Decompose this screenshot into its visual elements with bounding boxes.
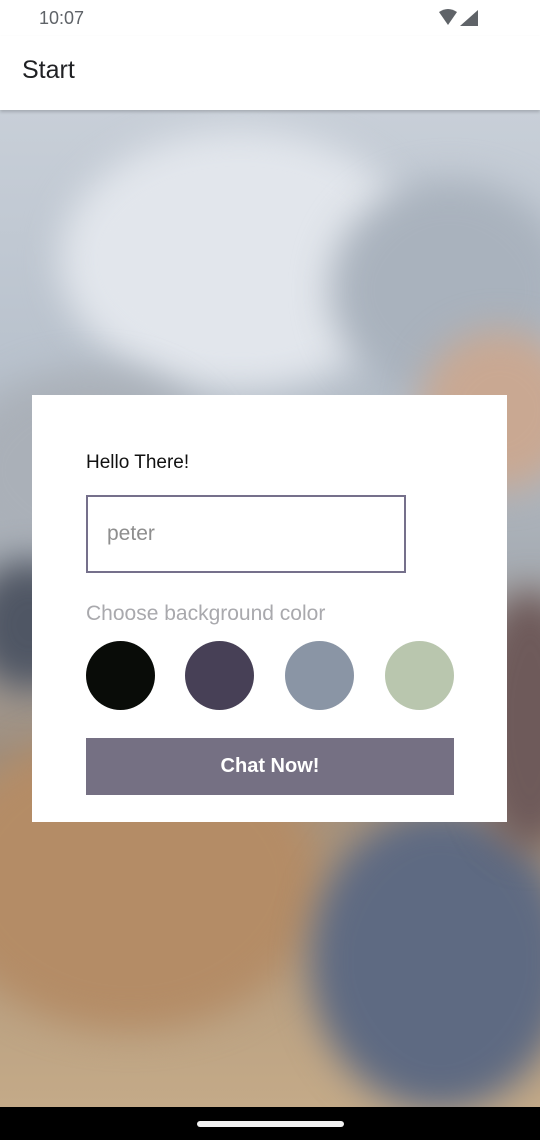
color-swatch-black[interactable] [86,641,155,710]
wifi-icon [439,9,457,25]
navigation-bar [0,1107,540,1140]
start-screen: 10:07 Start Hello There! Choose [0,0,540,1140]
color-choice-label: Choose background color [86,602,326,625]
status-bar: 10:07 [0,0,540,36]
greeting-text: Hello There! [86,452,190,473]
chat-now-button[interactable]: Chat Now! [86,738,454,795]
status-icons [438,8,482,28]
cellular-signal-icon [460,10,478,26]
page-title: Start [22,56,75,84]
color-swatch-green[interactable] [385,641,454,710]
color-swatch-purple[interactable] [185,641,254,710]
status-time: 10:07 [39,8,85,28]
app-bar: Start [0,36,540,110]
home-gesture-handle[interactable] [197,1121,344,1127]
color-swatch-gray-blue[interactable] [285,641,354,710]
start-card: Hello There! Choose background color Cha… [32,395,507,822]
name-input[interactable] [86,495,406,573]
